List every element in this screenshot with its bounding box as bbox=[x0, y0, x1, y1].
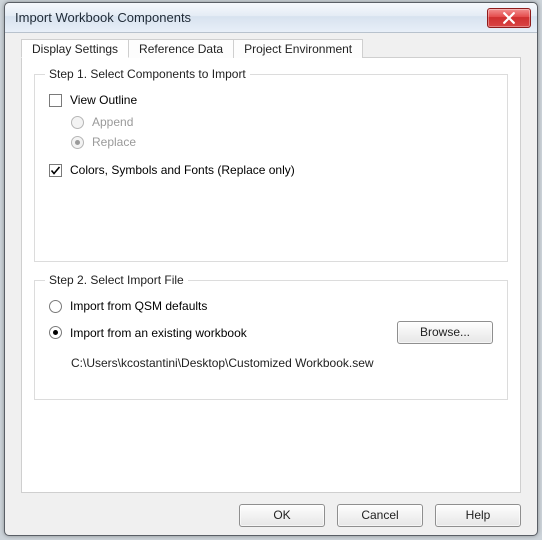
dialog-buttons: OK Cancel Help bbox=[239, 504, 521, 527]
group-legend: Step 1. Select Components to Import bbox=[45, 67, 250, 81]
tab-label: Project Environment bbox=[244, 42, 352, 56]
group-step1: Step 1. Select Components to Import View… bbox=[34, 74, 508, 262]
label-from-existing: Import from an existing workbook bbox=[70, 326, 247, 340]
check-icon bbox=[50, 165, 61, 176]
cancel-button[interactable]: Cancel bbox=[337, 504, 423, 527]
tab-strip: Display Settings Reference Data Project … bbox=[21, 39, 362, 58]
tab-reference-data[interactable]: Reference Data bbox=[128, 39, 234, 58]
tab-label: Display Settings bbox=[32, 42, 118, 56]
label-view-outline: View Outline bbox=[70, 93, 137, 107]
ok-button[interactable]: OK bbox=[239, 504, 325, 527]
row-from-defaults: Import from QSM defaults bbox=[49, 299, 493, 313]
row-replace: Replace bbox=[71, 135, 493, 149]
button-label: Help bbox=[466, 508, 491, 522]
close-button[interactable] bbox=[487, 8, 531, 28]
tab-project-environment[interactable]: Project Environment bbox=[233, 39, 363, 58]
radio-append bbox=[71, 116, 84, 129]
button-label: Browse... bbox=[420, 325, 470, 339]
group-step2: Step 2. Select Import File Import from Q… bbox=[34, 280, 508, 400]
label-colors: Colors, Symbols and Fonts (Replace only) bbox=[70, 163, 295, 177]
row-from-existing: Import from an existing workbook Browse.… bbox=[49, 321, 493, 344]
tab-label: Reference Data bbox=[139, 42, 223, 56]
browse-button[interactable]: Browse... bbox=[397, 321, 493, 344]
label-replace: Replace bbox=[92, 135, 136, 149]
label-from-defaults: Import from QSM defaults bbox=[70, 299, 207, 313]
button-label: Cancel bbox=[361, 508, 398, 522]
row-append: Append bbox=[71, 115, 493, 129]
radio-replace bbox=[71, 136, 84, 149]
checkbox-view-outline[interactable] bbox=[49, 94, 62, 107]
window-title: Import Workbook Components bbox=[15, 10, 487, 25]
label-append: Append bbox=[92, 115, 133, 129]
button-label: OK bbox=[273, 508, 290, 522]
radio-from-existing[interactable] bbox=[49, 326, 62, 339]
import-file-path: C:\Users\kcostantini\Desktop\Customized … bbox=[71, 356, 493, 370]
tab-body: Step 1. Select Components to Import View… bbox=[22, 58, 520, 492]
tab-display-settings[interactable]: Display Settings bbox=[21, 39, 129, 58]
tab-panel: Step 1. Select Components to Import View… bbox=[21, 57, 521, 493]
radio-from-defaults[interactable] bbox=[49, 300, 62, 313]
titlebar: Import Workbook Components bbox=[5, 3, 537, 33]
close-icon bbox=[503, 12, 515, 24]
row-colors: Colors, Symbols and Fonts (Replace only) bbox=[49, 163, 493, 177]
checkbox-colors[interactable] bbox=[49, 164, 62, 177]
dialog-window: Import Workbook Components Display Setti… bbox=[4, 2, 538, 536]
group-legend: Step 2. Select Import File bbox=[45, 273, 188, 287]
client-area: Display Settings Reference Data Project … bbox=[13, 39, 529, 527]
help-button[interactable]: Help bbox=[435, 504, 521, 527]
row-view-outline: View Outline bbox=[49, 93, 493, 107]
